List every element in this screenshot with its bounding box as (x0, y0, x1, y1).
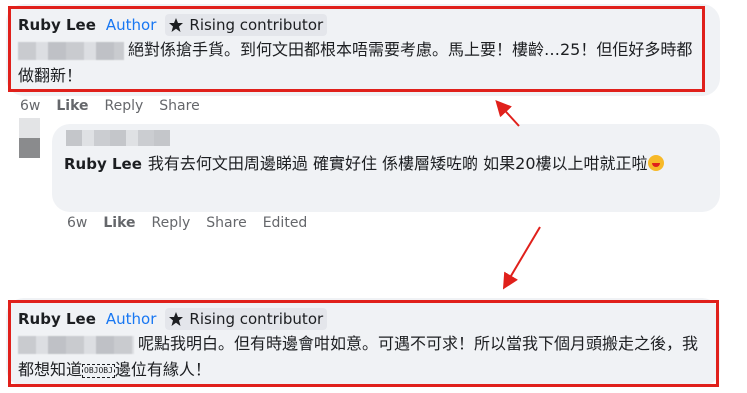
annotation-arrows (495, 100, 541, 290)
arrow-up (495, 100, 520, 127)
arrow-down (502, 226, 541, 290)
